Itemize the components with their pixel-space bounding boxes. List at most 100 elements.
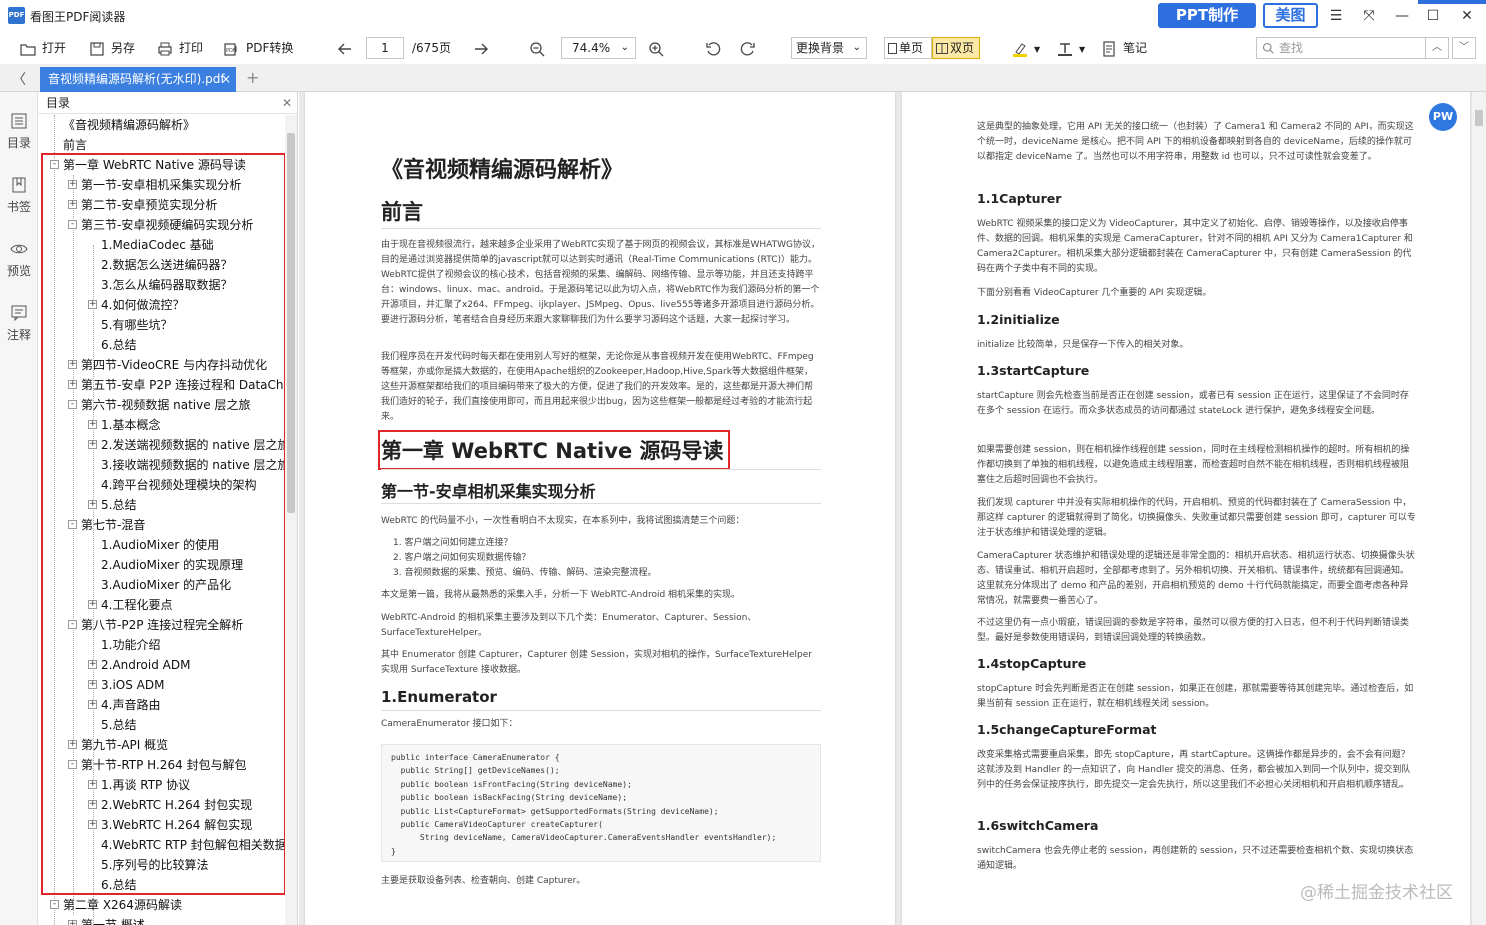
expand-icon[interactable]: +: [88, 600, 97, 609]
next-page-button[interactable]: [473, 36, 495, 60]
save-as-button[interactable]: 另存: [89, 36, 135, 60]
close-icon[interactable]: ✕: [282, 92, 292, 114]
expand-icon[interactable]: +: [88, 820, 97, 829]
outline-header: 目录 ✕: [38, 92, 298, 114]
close-button[interactable]: ✕: [1453, 4, 1481, 28]
collapse-icon[interactable]: -: [50, 160, 59, 169]
rotate-left-button[interactable]: [705, 36, 727, 60]
page-number-input[interactable]: 1: [366, 37, 404, 59]
zoom-in-button[interactable]: [648, 36, 670, 60]
rail-item-bookmark[interactable]: 书签: [0, 176, 38, 215]
double-page-label: 双页: [950, 41, 975, 55]
double-page-button[interactable]: 双页: [932, 37, 980, 59]
rail-label-preview: 预览: [6, 264, 31, 278]
document-scroll-thumb[interactable]: [1475, 110, 1483, 126]
expand-icon[interactable]: +: [68, 920, 77, 925]
collapse-sidebar-icon[interactable]: 〈: [12, 69, 26, 89]
expand-icon[interactable]: +: [88, 420, 97, 429]
maximize-button[interactable]: ☐: [1419, 4, 1447, 28]
expand-icon[interactable]: +: [68, 740, 77, 749]
collapse-icon[interactable]: -: [68, 220, 77, 229]
floating-tool-icon[interactable]: PW: [1429, 103, 1457, 131]
outline-item-label: 第五节-安卓 P2P 连接过程和 DataCh: [81, 378, 284, 392]
highlight-tool-button[interactable]: ▼: [1012, 36, 1040, 60]
capturer-para-1: WebRTC 视频采集的接口定义为 VideoCapturer，其中定义了初始化…: [977, 219, 1413, 274]
expand-icon[interactable]: +: [68, 360, 77, 369]
prev-page-button[interactable]: [337, 36, 359, 60]
outline-item-label: 2.AudioMixer 的实现原理: [101, 558, 244, 572]
divider: [381, 469, 821, 470]
outline-item-label: 6.总结: [101, 878, 137, 892]
outline-scroll-thumb[interactable]: [287, 133, 295, 513]
tab-close-icon[interactable]: ×: [221, 67, 231, 92]
collapse-icon[interactable]: -: [68, 620, 77, 629]
outline-item-label: 2.WebRTC H.264 封包实现: [101, 798, 253, 812]
section1-intro: WebRTC 的代码量不小，一次性看明白不太现实，在本系列中，我将试图搞清楚三个…: [381, 516, 745, 526]
chevron-down-icon: ▼: [1034, 45, 1041, 54]
change-background-select[interactable]: 更换背景 ⌄: [791, 37, 867, 59]
pdf-convert-button[interactable]: PDF PDF转换: [224, 36, 293, 60]
pdf-page-right: 这是典型的抽象处理，它用 API 无关的接口统一（也封装）了 Camera1 和…: [902, 92, 1470, 925]
svg-text:PDF: PDF: [226, 48, 236, 54]
text-tool-button[interactable]: ▼: [1057, 36, 1085, 60]
expand-icon[interactable]: +: [88, 680, 97, 689]
add-tab-button[interactable]: +: [246, 67, 259, 89]
expand-icon[interactable]: +: [88, 700, 97, 709]
zoom-select[interactable]: 74.4% ⌄: [561, 37, 636, 59]
change-background-label: 更换背景: [796, 41, 845, 55]
outline-item-label: 第一节 概述: [81, 918, 145, 925]
zoom-out-button[interactable]: [529, 36, 551, 60]
save-as-label: 另存: [111, 41, 136, 55]
rail-item-toc[interactable]: 目录: [0, 112, 38, 151]
expand-icon[interactable]: +: [88, 300, 97, 309]
outline-item-label: 4.跨平台视频处理模块的架构: [101, 478, 257, 492]
preface-heading: 前言: [381, 200, 423, 224]
single-page-icon: [888, 43, 897, 54]
collapse-icon[interactable]: -: [68, 520, 77, 529]
search-next-button[interactable]: ﹀: [1452, 37, 1476, 59]
outline-item-label: 1.基本概念: [101, 418, 161, 432]
search-input[interactable]: 查找: [1256, 37, 1426, 59]
expand-icon[interactable]: +: [88, 440, 97, 449]
expand-icon[interactable]: +: [68, 200, 77, 209]
stop-capture-para: stopCapture 时会先判断是否正在创建 session，如果正在创建，那…: [977, 684, 1414, 709]
expand-icon[interactable]: +: [88, 660, 97, 669]
expand-icon[interactable]: +: [88, 500, 97, 509]
meitu-promo-button[interactable]: 美图: [1263, 3, 1318, 28]
notes-button[interactable]: 笔记: [1101, 36, 1147, 60]
outline-item-label: 第三节-安卓视频硬编码实现分析: [81, 218, 254, 232]
outline-item-label: 第二节-安卓预览实现分析: [81, 198, 218, 212]
tab-document[interactable]: 音视频精编源码解析(无水印).pdf ×: [40, 67, 236, 92]
collapse-icon[interactable]: -: [68, 400, 77, 409]
print-button[interactable]: 打印: [157, 36, 203, 60]
start-capture-para-1: startCapture 则会先检查当前是否正在创建 session，或者已有 …: [977, 391, 1409, 416]
shrink-icon[interactable]: ⤧: [1355, 4, 1383, 28]
document-scrollbar[interactable]: [1472, 92, 1486, 925]
outline-item-label: 3.怎么从编码器取数据？: [101, 278, 233, 292]
collapse-icon[interactable]: -: [68, 760, 77, 769]
expand-icon[interactable]: +: [68, 380, 77, 389]
section1-heading: 第一节-安卓相机采集实现分析: [381, 482, 596, 501]
rotate-left-icon: [706, 41, 721, 55]
pdf-convert-label: PDF转换: [246, 41, 294, 55]
expand-icon[interactable]: +: [88, 780, 97, 789]
ppt-promo-button[interactable]: PPT制作: [1158, 3, 1256, 28]
menu-icon[interactable]: ☰: [1322, 4, 1350, 28]
search-icon: [1262, 42, 1274, 54]
minimize-button[interactable]: —: [1388, 4, 1416, 28]
outline-scrollbar[interactable]: [285, 115, 297, 925]
rail-label-toc: 目录: [6, 136, 31, 150]
single-page-button[interactable]: 单页: [884, 37, 932, 59]
rail-item-annotation[interactable]: 注释: [0, 304, 38, 343]
app-window: PDF 看图王PDF阅读器 PPT制作 美图 ☰ ⤧ — ☐ ✕ 打开 另存 打…: [0, 0, 1486, 925]
open-button[interactable]: 打开: [20, 36, 66, 60]
collapse-icon[interactable]: -: [50, 900, 59, 909]
expand-icon[interactable]: +: [68, 180, 77, 189]
rotate-right-button[interactable]: [740, 36, 762, 60]
outline-title: 目录: [46, 96, 71, 110]
rail-item-preview[interactable]: 预览: [0, 240, 38, 279]
chevron-down-icon: ▼: [1079, 45, 1086, 54]
expand-icon[interactable]: +: [88, 800, 97, 809]
search-prev-button[interactable]: ︿: [1425, 37, 1449, 59]
outline-item-label: 1.MediaCodec 基础: [101, 238, 214, 252]
